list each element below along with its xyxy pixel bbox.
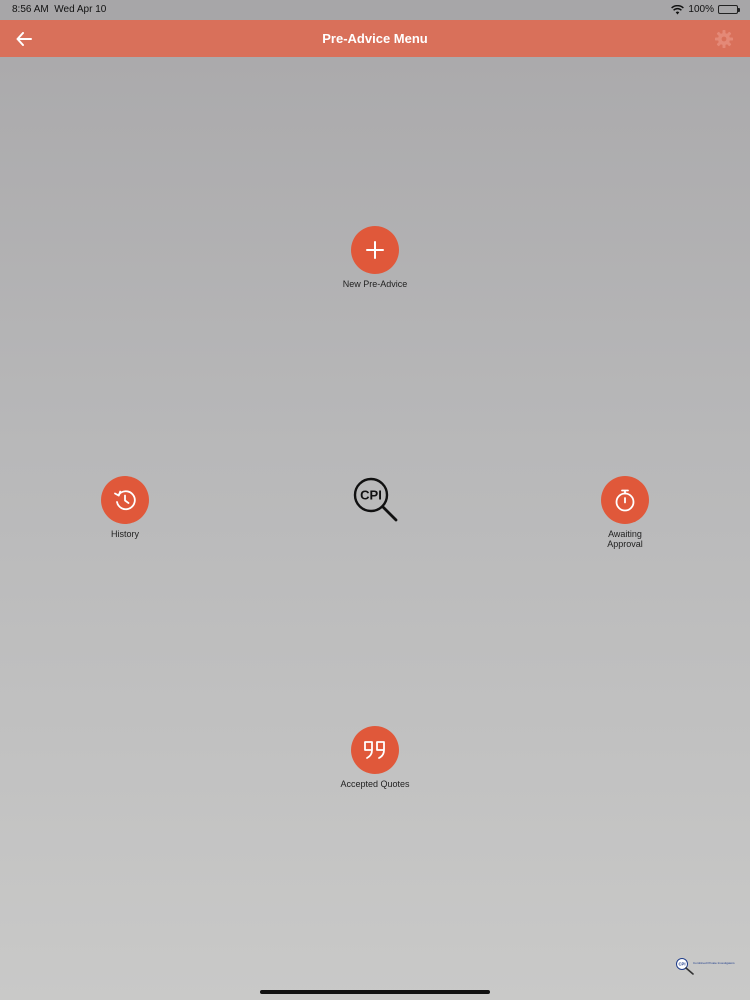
status-bar: 8:56 AM Wed Apr 10 100% bbox=[0, 0, 750, 20]
accepted-quotes-circle[interactable] bbox=[351, 726, 399, 774]
corner-logo-abbr: CPI bbox=[679, 962, 686, 967]
cpi-logo-text: CPI bbox=[360, 488, 382, 503]
status-time-date: 8:56 AM Wed Apr 10 bbox=[12, 4, 106, 15]
quote-icon bbox=[364, 741, 385, 759]
wifi-icon bbox=[671, 4, 685, 14]
awaiting-approval-label: Awaiting Approval bbox=[607, 529, 643, 549]
gear-icon bbox=[715, 30, 733, 48]
cpi-magnifier-logo: CPI bbox=[353, 477, 398, 522]
nav-bar: Pre-Advice Menu bbox=[0, 20, 750, 57]
stopwatch-icon bbox=[615, 489, 635, 512]
history-icon bbox=[114, 490, 136, 511]
awaiting-approval-circle[interactable] bbox=[601, 476, 649, 524]
page-title: Pre-Advice Menu bbox=[322, 31, 428, 46]
home-indicator[interactable] bbox=[260, 990, 490, 994]
accepted-quotes-label: Accepted Quotes bbox=[340, 779, 410, 789]
battery-percent: 100% bbox=[688, 4, 714, 15]
company-name: Combined Private Investigators bbox=[693, 961, 735, 965]
history-circle[interactable] bbox=[101, 476, 149, 524]
plus-icon bbox=[366, 241, 384, 259]
accepted-quotes-button[interactable]: Accepted Quotes bbox=[305, 726, 445, 789]
new-pre-advice-circle[interactable] bbox=[351, 226, 399, 274]
new-pre-advice-button[interactable]: New Pre-Advice bbox=[305, 226, 445, 289]
new-pre-advice-label: New Pre-Advice bbox=[342, 279, 408, 289]
awaiting-approval-button[interactable]: Awaiting Approval bbox=[555, 476, 695, 549]
cpi-small-magnifier-icon: CPI bbox=[676, 958, 694, 975]
company-logo: CPI Combined Private Investigators bbox=[675, 957, 745, 975]
battery-icon bbox=[718, 5, 740, 14]
status-date: Wed Apr 10 bbox=[54, 4, 107, 15]
history-label: History bbox=[110, 529, 139, 539]
history-button[interactable]: History bbox=[55, 476, 195, 539]
cpi-logo: CPI bbox=[352, 476, 400, 524]
status-time: 8:56 AM bbox=[12, 4, 49, 15]
status-right: 100% bbox=[671, 4, 740, 15]
settings-button[interactable] bbox=[714, 29, 734, 49]
